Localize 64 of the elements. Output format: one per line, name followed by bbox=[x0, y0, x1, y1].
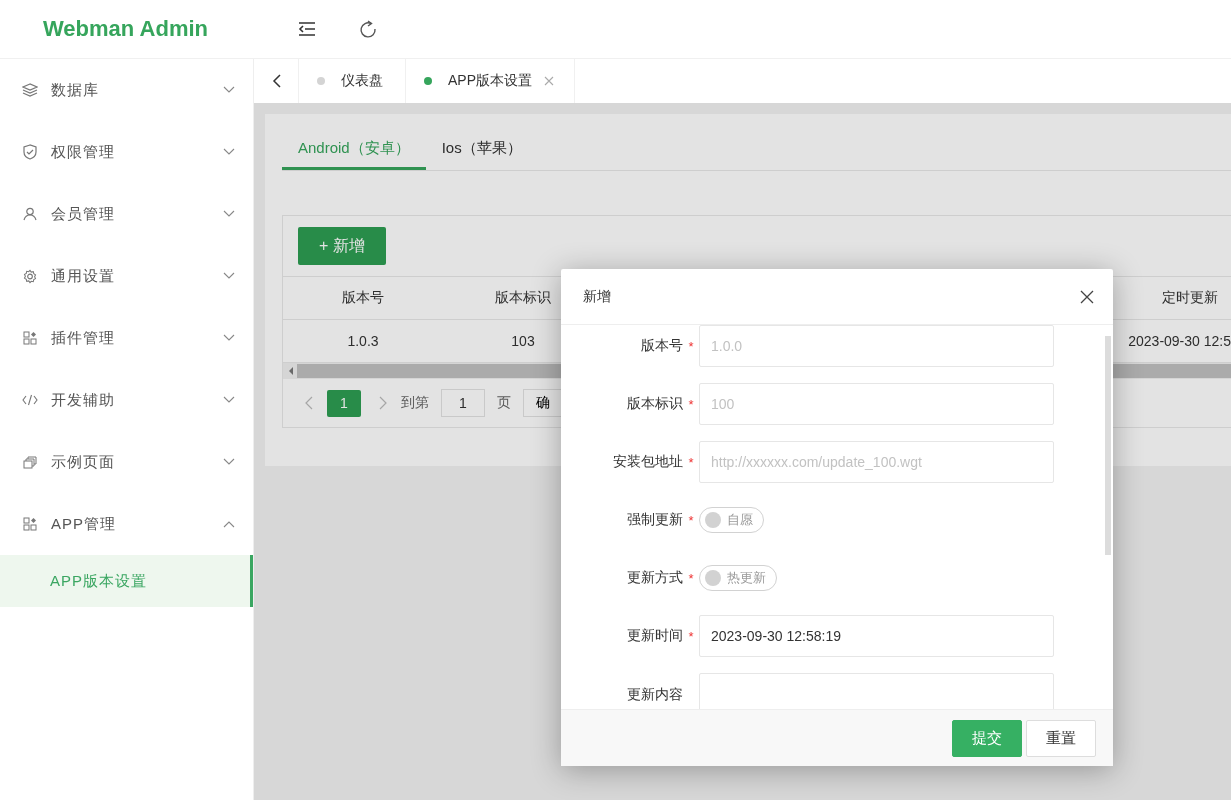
sidebar-item[interactable]: 权限管理 bbox=[0, 121, 253, 183]
field-label: 版本号 bbox=[641, 337, 683, 353]
field-label: 更新内容 bbox=[627, 686, 683, 702]
menu-fold-icon[interactable] bbox=[298, 21, 316, 37]
chevron-left-icon bbox=[271, 74, 281, 88]
input-field[interactable]: 1.0.0 bbox=[699, 325, 1054, 367]
column-header: 版本号 bbox=[342, 289, 384, 305]
required-mark: * bbox=[687, 512, 695, 528]
settings-icon bbox=[22, 268, 38, 284]
goto-label: 到第 bbox=[401, 394, 429, 412]
column-header: 定时更新 bbox=[1162, 289, 1218, 305]
page-label: 页 bbox=[497, 394, 511, 412]
sidebar-label: 开发辅助 bbox=[51, 390, 116, 410]
required-mark: * bbox=[687, 396, 695, 412]
next-icon[interactable] bbox=[379, 396, 387, 410]
close-icon[interactable] bbox=[1080, 289, 1094, 304]
column-header: 版本标识 bbox=[495, 289, 551, 305]
dialog-title: 新增 bbox=[583, 287, 611, 306]
required-mark: * bbox=[687, 628, 695, 644]
page-input[interactable]: 1 bbox=[441, 389, 485, 417]
user-icon bbox=[22, 207, 38, 221]
grid-icon bbox=[22, 331, 38, 345]
sidebar-item[interactable]: 开发辅助 bbox=[0, 369, 253, 431]
reset-button[interactable]: 重置 bbox=[1026, 719, 1096, 757]
page-tab[interactable]: 仪表盘 bbox=[299, 59, 406, 103]
sidebar-label: 示例页面 bbox=[51, 452, 116, 472]
previous-icon[interactable] bbox=[305, 396, 313, 410]
sidebar-label: 权限管理 bbox=[51, 142, 116, 162]
input-field[interactable]: http://xxxxxx.com/update_100.wgt bbox=[699, 441, 1054, 483]
app-logo: Webman Admin bbox=[43, 16, 208, 42]
field-label: 更新时间 bbox=[627, 627, 683, 643]
pages-icon bbox=[22, 455, 38, 469]
platform-tab[interactable]: Ios（苹果） bbox=[425, 129, 538, 170]
grid-icon bbox=[22, 517, 38, 531]
field-label: 安装包地址 bbox=[613, 453, 683, 469]
vertical-scrollbar[interactable] bbox=[1105, 336, 1111, 555]
field-label: 强制更新 bbox=[627, 511, 683, 527]
sidebar-label: APP管理 bbox=[51, 514, 117, 534]
field-label: 版本标识 bbox=[627, 395, 683, 411]
input-field[interactable]: 2023-09-30 12:58:19 bbox=[699, 615, 1054, 657]
shield-icon bbox=[22, 144, 38, 160]
sidebar-item[interactable]: 数据库 bbox=[0, 59, 253, 121]
stack-icon bbox=[22, 83, 38, 97]
sidebar-item[interactable]: 插件管理 bbox=[0, 307, 253, 369]
sidebar-label: 数据库 bbox=[51, 80, 100, 100]
confirm-button[interactable]: 确 bbox=[523, 389, 563, 417]
required-mark: * bbox=[687, 454, 695, 470]
required-mark: * bbox=[687, 338, 695, 354]
input-field[interactable]: 100 bbox=[699, 383, 1054, 425]
sidebar-label: 通用设置 bbox=[51, 266, 116, 286]
sidebar-item[interactable]: 通用设置 bbox=[0, 245, 253, 307]
field-label: 更新方式 bbox=[627, 569, 683, 585]
sidebar-item[interactable]: 示例页面 bbox=[0, 431, 253, 493]
page-tab[interactable]: APP版本设置 bbox=[406, 59, 575, 103]
refresh-icon[interactable] bbox=[359, 20, 377, 38]
table-cell: 103 bbox=[511, 333, 535, 349]
table-cell: 1.0.3 bbox=[347, 333, 379, 349]
code-icon bbox=[22, 394, 38, 406]
required-mark: * bbox=[687, 570, 695, 586]
sidebar-label: 会员管理 bbox=[51, 204, 116, 224]
sidebar-item[interactable]: 会员管理 bbox=[0, 183, 253, 245]
sidebar-item[interactable]: APP管理 bbox=[0, 493, 253, 555]
table-cell: 2023-09-30 12:5 bbox=[1128, 333, 1231, 349]
sidebar-label: 插件管理 bbox=[51, 328, 116, 348]
